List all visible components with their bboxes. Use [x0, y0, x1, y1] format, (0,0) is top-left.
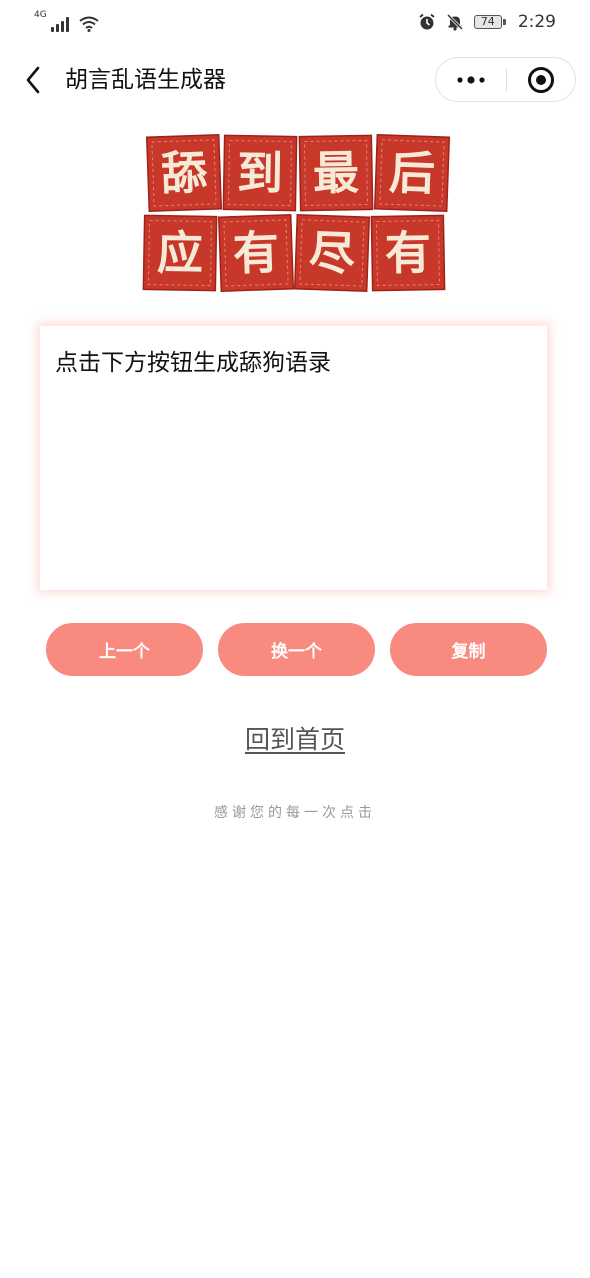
copy-button[interactable]: 复制 — [390, 623, 547, 676]
more-button[interactable] — [436, 58, 506, 101]
chevron-left-icon — [26, 66, 40, 94]
signal-icon — [50, 16, 69, 32]
banner-char: 到 — [237, 146, 284, 201]
home-link[interactable]: 回到首页 — [245, 725, 345, 754]
battery-icon: 74 — [473, 15, 506, 29]
banner-char: 应 — [157, 226, 204, 281]
banner-tile: 应 — [142, 214, 218, 292]
banner-char: 舔 — [160, 145, 209, 201]
status-right: 74 2:29 — [418, 10, 556, 34]
banner-tile: 后 — [373, 133, 451, 213]
more-dots-icon — [457, 75, 485, 84]
prev-button[interactable]: 上一个 — [46, 623, 203, 676]
banner-tile: 最 — [298, 134, 374, 212]
clock: 2:29 — [517, 12, 556, 32]
quote-text: 点击下方按钮生成舔狗语录 — [55, 350, 331, 376]
wifi-icon — [79, 16, 99, 32]
banner-image: 舔到最后应有尽有 — [142, 133, 451, 293]
status-bar: 4G 74 2:29 — [0, 0, 590, 44]
banner-char: 有 — [385, 226, 432, 281]
thanks-text: 感谢您的每一次点击 — [214, 805, 376, 821]
banner-char: 有 — [232, 225, 280, 281]
banner-tile: 到 — [222, 134, 298, 212]
alarm-icon — [419, 13, 435, 30]
banner-char: 尽 — [308, 225, 356, 281]
action-buttons: 上一个 换一个 复制 — [46, 623, 547, 676]
banner-tile: 舔 — [145, 133, 223, 213]
quote-box: 点击下方按钮生成舔狗语录 — [40, 326, 547, 590]
battery-level: 74 — [480, 15, 495, 28]
network-label: 4G — [34, 10, 47, 20]
target-close-icon — [527, 66, 554, 93]
capsule-menu — [435, 57, 576, 102]
next-button[interactable]: 换一个 — [218, 623, 375, 676]
page-title: 胡言乱语生成器 — [65, 67, 226, 93]
nav-bar: 胡言乱语生成器 — [0, 56, 590, 104]
home-link-container: 回到首页 — [0, 722, 590, 758]
banner-char: 后 — [388, 145, 436, 201]
status-left: 4G — [34, 10, 99, 32]
banner-tile: 尽 — [293, 213, 371, 293]
banner-char: 最 — [313, 146, 360, 201]
close-miniprogram-button[interactable] — [507, 58, 576, 101]
banner-tile: 有 — [217, 213, 295, 293]
mute-icon — [446, 13, 463, 31]
back-button[interactable] — [18, 64, 48, 96]
banner-tile: 有 — [370, 214, 446, 292]
